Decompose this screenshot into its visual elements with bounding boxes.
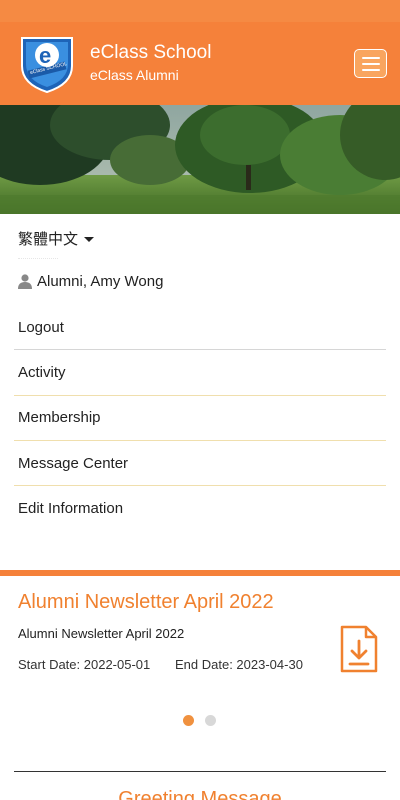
school-subtitle: eClass Alumni: [90, 67, 179, 83]
menu-item-activity[interactable]: Activity: [14, 350, 386, 396]
newsletter-end-date: End Date: 2023-04-30: [175, 657, 303, 672]
menu-item-edit-information[interactable]: Edit Information: [14, 486, 386, 531]
divider: [18, 258, 58, 259]
newsletter-start-date: Start Date: 2022-05-01: [18, 657, 151, 672]
logo-letter: e: [39, 43, 51, 68]
file-download-icon[interactable]: [340, 625, 378, 673]
carousel-indicators: [183, 715, 216, 726]
caret-down-icon: [84, 237, 95, 242]
banner-image: [0, 105, 400, 214]
language-selector[interactable]: 繁體中文: [18, 228, 95, 249]
menu-item-logout[interactable]: Logout: [14, 305, 386, 351]
school-name: eClass School: [90, 42, 212, 63]
divider: [14, 771, 386, 772]
carousel-dot-1[interactable]: [183, 715, 194, 726]
nav-menu: Logout Activity Membership Message Cente…: [14, 305, 386, 531]
newsletter-title[interactable]: Alumni Newsletter April 2022: [18, 591, 274, 614]
app-header: eClass SCHOOL e eClass School eClass Alu…: [0, 22, 400, 105]
user-profile: Alumni, Amy Wong: [18, 273, 163, 290]
hamburger-menu-button[interactable]: [354, 49, 387, 78]
hamburger-icon: [361, 56, 380, 59]
user-icon: [18, 274, 32, 289]
menu-item-membership[interactable]: Membership: [14, 396, 386, 441]
menu-item-message-center[interactable]: Message Center: [14, 441, 386, 487]
section-divider: [0, 570, 400, 576]
user-name: Alumni, Amy Wong: [37, 273, 164, 290]
language-label: 繁體中文: [18, 231, 79, 248]
status-strip: [0, 0, 400, 22]
newsletter-subtitle: Alumni Newsletter April 2022: [18, 626, 185, 641]
school-logo: eClass SCHOOL e: [21, 37, 73, 94]
greeting-title: Greeting Message: [118, 788, 282, 800]
carousel-dot-2[interactable]: [205, 715, 216, 726]
